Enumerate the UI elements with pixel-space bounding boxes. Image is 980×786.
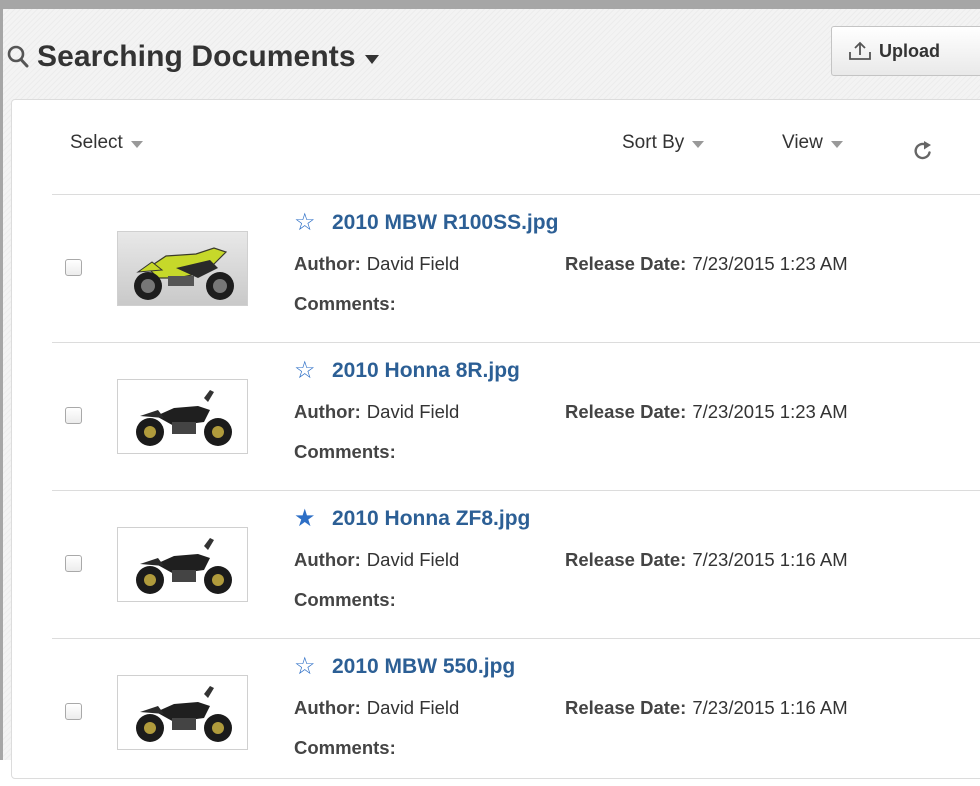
page-title: Searching Documents (37, 40, 356, 73)
documents-panel: Select Sort By View ☆ 2010 MBW R100SS.jp… (11, 99, 980, 779)
document-row: ☆ 2010 Honna 8R.jpg Author: David Field R… (52, 342, 980, 490)
document-name-line: ☆ 2010 MBW R100SS.jpg (294, 211, 558, 235)
author-label: Author: (294, 253, 361, 274)
release-date-value: 7/23/2015 1:23 AM (692, 253, 848, 274)
release-date: Release Date: 7/23/2015 1:23 AM (565, 253, 848, 275)
upload-button[interactable]: Upload (831, 26, 980, 76)
row-checkbox[interactable] (65, 555, 82, 572)
favorite-star-icon[interactable]: ★ (294, 507, 320, 531)
row-checkbox[interactable] (65, 259, 82, 276)
view-menu[interactable]: View (782, 132, 843, 154)
document-name-line: ★ 2010 Honna ZF8.jpg (294, 507, 530, 531)
upload-icon (849, 41, 871, 60)
document-thumbnail[interactable] (117, 527, 248, 602)
release-date-label: Release Date: (565, 401, 687, 422)
document-meta: Author: David Field Release Date: 7/23/201… (294, 549, 848, 571)
comments-label: Comments: (294, 293, 396, 314)
favorite-star-icon[interactable]: ☆ (294, 655, 320, 679)
release-date-value: 7/23/2015 1:16 AM (692, 549, 848, 570)
release-date-value: 7/23/2015 1:16 AM (692, 697, 848, 718)
document-row: ★ 2010 Honna ZF8.jpg Author: David Field … (52, 490, 980, 638)
search-icon (7, 44, 29, 70)
document-link[interactable]: 2010 MBW 550.jpg (332, 655, 515, 679)
select-menu[interactable]: Select (70, 132, 143, 154)
favorite-star-icon[interactable]: ☆ (294, 359, 320, 383)
caret-down-icon (830, 140, 843, 148)
author-value: David Field (366, 253, 460, 274)
caret-down-icon (692, 140, 705, 148)
document-row: ☆ 2010 MBW 550.jpg Author: David Field Re… (52, 638, 980, 786)
caret-down-icon (130, 140, 143, 148)
sort-by-menu[interactable]: Sort By (622, 132, 705, 154)
release-date: Release Date: 7/23/2015 1:23 AM (565, 401, 848, 423)
refresh-icon[interactable] (912, 140, 934, 162)
document-list: ☆ 2010 MBW R100SS.jpg Author: David Field… (52, 194, 980, 786)
comments-label: Comments: (294, 737, 396, 758)
view-label: View (782, 132, 823, 153)
document-thumbnail[interactable] (117, 231, 248, 306)
page-frame: Searching Documents Upload Select Sort B… (0, 0, 980, 779)
release-date-label: Release Date: (565, 253, 687, 274)
comments-label: Comments: (294, 589, 396, 610)
title-menu[interactable]: Searching Documents (7, 37, 379, 77)
document-link[interactable]: 2010 Honna ZF8.jpg (332, 507, 530, 531)
document-meta: Author: David Field Release Date: 7/23/201… (294, 253, 848, 275)
document-meta: Author: David Field Release Date: 7/23/201… (294, 401, 848, 423)
document-thumbnail[interactable] (117, 675, 248, 750)
toolbar: Select Sort By View (12, 100, 980, 194)
author-value: David Field (366, 549, 460, 570)
caret-down-icon[interactable] (364, 54, 379, 64)
document-name-line: ☆ 2010 MBW 550.jpg (294, 655, 515, 679)
page-header: Searching Documents Upload (3, 9, 980, 97)
author-value: David Field (366, 697, 460, 718)
document-link[interactable]: 2010 Honna 8R.jpg (332, 359, 520, 383)
document-row: ☆ 2010 MBW R100SS.jpg Author: David Field… (52, 194, 980, 342)
author-label: Author: (294, 697, 361, 718)
sort-by-label: Sort By (622, 132, 685, 153)
document-meta: Author: David Field Release Date: 7/23/201… (294, 697, 848, 719)
select-menu-label: Select (70, 132, 123, 153)
document-thumbnail[interactable] (117, 379, 248, 454)
release-date: Release Date: 7/23/2015 1:16 AM (565, 549, 848, 571)
document-name-line: ☆ 2010 Honna 8R.jpg (294, 359, 520, 383)
author-label: Author: (294, 549, 361, 570)
release-date: Release Date: 7/23/2015 1:16 AM (565, 697, 848, 719)
favorite-star-icon[interactable]: ☆ (294, 211, 320, 235)
comments-label: Comments: (294, 441, 396, 462)
row-checkbox[interactable] (65, 407, 82, 424)
upload-button-label: Upload (879, 40, 940, 61)
release-date-label: Release Date: (565, 697, 687, 718)
author-value: David Field (366, 401, 460, 422)
document-link[interactable]: 2010 MBW R100SS.jpg (332, 211, 558, 235)
author-label: Author: (294, 401, 361, 422)
row-checkbox[interactable] (65, 703, 82, 720)
release-date-label: Release Date: (565, 549, 687, 570)
release-date-value: 7/23/2015 1:23 AM (692, 401, 848, 422)
